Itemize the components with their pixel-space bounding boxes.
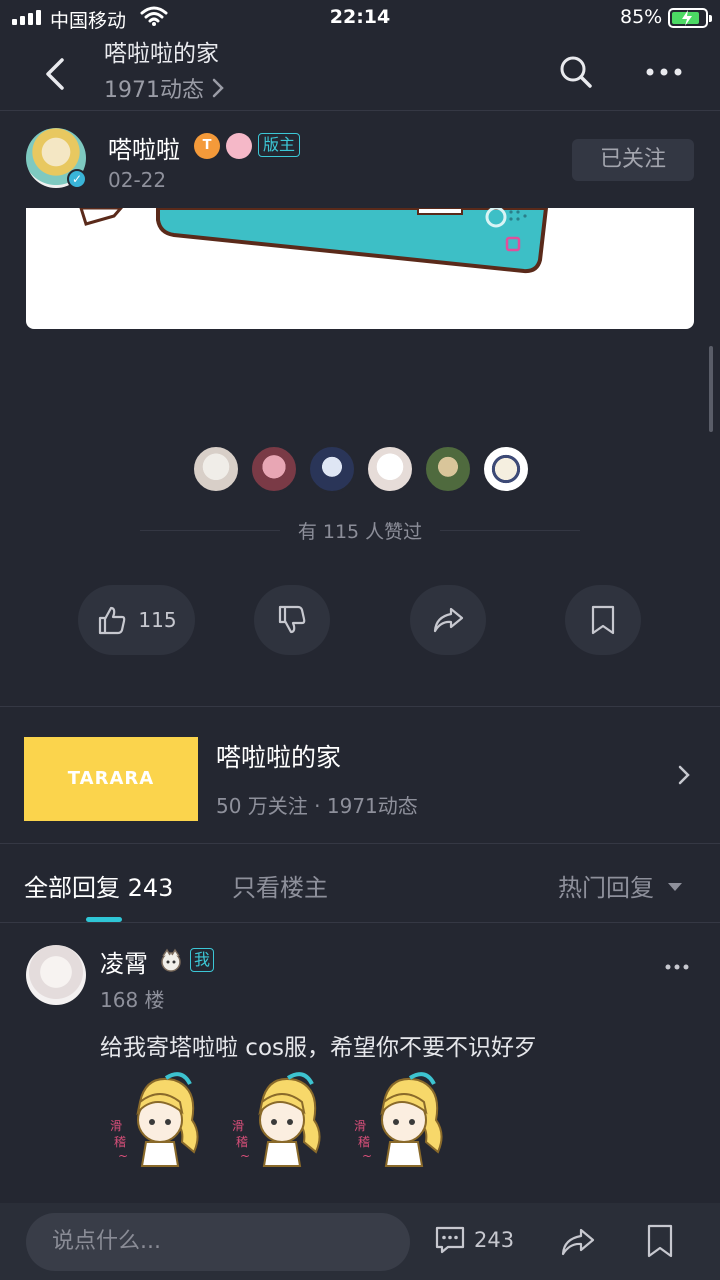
tab-all-label: 全部回复	[24, 874, 120, 902]
forum-dynamics-link[interactable]: 1971动态	[104, 72, 224, 104]
liker-avatar[interactable]	[482, 445, 530, 493]
svg-text:稽: 稽	[114, 1134, 126, 1149]
clock: 22:14	[329, 6, 391, 28]
tabs-divider	[0, 922, 720, 923]
section-divider	[0, 843, 720, 844]
status-bar: 中国移动 22:14 85%	[0, 0, 720, 36]
moderator-badge: 版主	[258, 133, 301, 157]
likes-summary[interactable]: 有 115 人赞过	[0, 517, 720, 544]
forum-name[interactable]: 嗒啦啦的家	[216, 738, 341, 774]
verified-icon: ✓	[67, 169, 87, 189]
tab-all-count: 243	[127, 874, 174, 902]
sticker-image[interactable]: 滑 稽 ~	[348, 1068, 452, 1172]
comments-button[interactable]: 243	[434, 1225, 514, 1255]
svg-text:稽: 稽	[236, 1134, 248, 1149]
medal-badge-icon	[226, 133, 252, 159]
svg-text:~: ~	[118, 1149, 128, 1163]
floor-number: 168 楼	[100, 988, 165, 1012]
liker-avatar[interactable]	[424, 445, 472, 493]
battery-icon	[668, 8, 712, 28]
author-name[interactable]: 嗒啦啦	[108, 130, 180, 165]
comment-icon	[435, 1226, 465, 1254]
scrollbar[interactable]	[709, 346, 713, 432]
battery-percent: 85%	[620, 6, 663, 28]
liker-avatar[interactable]	[250, 445, 298, 493]
svg-text:滑: 滑	[232, 1119, 244, 1133]
dislike-button[interactable]	[254, 585, 330, 655]
post-date: 02-22	[108, 168, 167, 192]
dynamics-count: 1971动态	[104, 78, 204, 103]
forum-logo[interactable]: TARARA	[24, 737, 198, 821]
page-title: 嗒啦啦的家	[104, 41, 219, 67]
svg-text:~: ~	[240, 1149, 250, 1163]
follow-button[interactable]: 已关注	[572, 139, 694, 181]
tab-owner-only[interactable]: 只看楼主	[232, 868, 328, 903]
level-badge-icon: T	[194, 133, 220, 159]
svg-text:滑: 滑	[110, 1119, 122, 1133]
tab-all-replies[interactable]: 全部回复 243	[24, 868, 173, 903]
like-button[interactable]: 115	[78, 585, 195, 655]
share-icon[interactable]	[560, 1226, 596, 1258]
svg-text:~: ~	[362, 1149, 372, 1163]
more-icon[interactable]	[664, 962, 690, 972]
commenter-name[interactable]: 凌霄	[100, 944, 148, 979]
svg-text:稽: 稽	[358, 1134, 370, 1149]
bookmark-icon[interactable]	[646, 1224, 674, 1258]
bookmark-button[interactable]	[565, 585, 641, 655]
liker-avatar[interactable]	[308, 445, 356, 493]
sticker-image[interactable]: 滑 稽 ~	[226, 1068, 330, 1172]
commenter-avatar[interactable]	[26, 945, 86, 1005]
liker-avatar[interactable]	[192, 445, 240, 493]
bookmark-icon	[591, 605, 615, 635]
chevron-right-icon	[212, 78, 224, 98]
header-divider	[0, 110, 720, 111]
sort-label: 热门回复	[558, 874, 654, 902]
like-count: 115	[138, 608, 177, 632]
sort-dropdown[interactable]: 热门回复	[558, 868, 682, 903]
me-badge: 我	[190, 948, 215, 972]
chevron-right-icon[interactable]	[674, 764, 694, 786]
search-icon[interactable]	[558, 54, 594, 90]
post-image[interactable]	[26, 208, 694, 329]
console-illustration	[79, 208, 548, 274]
sticker-image[interactable]: 滑 稽 ~	[104, 1068, 208, 1172]
share-icon	[433, 607, 464, 633]
thumb-down-icon	[278, 605, 306, 634]
comment-text: 给我寄塔啦啦 cos服，希望你不要不识好歹	[100, 1035, 538, 1061]
forum-stats: 50 万关注 · 1971动态	[216, 794, 418, 818]
user-emblem-icon	[161, 948, 181, 972]
more-icon[interactable]	[644, 60, 684, 84]
back-icon[interactable]	[36, 54, 76, 94]
comment-count: 243	[474, 1228, 515, 1252]
svg-text:滑: 滑	[354, 1119, 366, 1133]
caret-down-icon	[668, 882, 682, 891]
share-button[interactable]	[410, 585, 486, 655]
section-divider	[0, 706, 720, 707]
comment-input[interactable]: 说点什么...	[26, 1213, 410, 1271]
thumb-up-icon	[99, 606, 126, 635]
liker-avatar[interactable]	[366, 445, 414, 493]
